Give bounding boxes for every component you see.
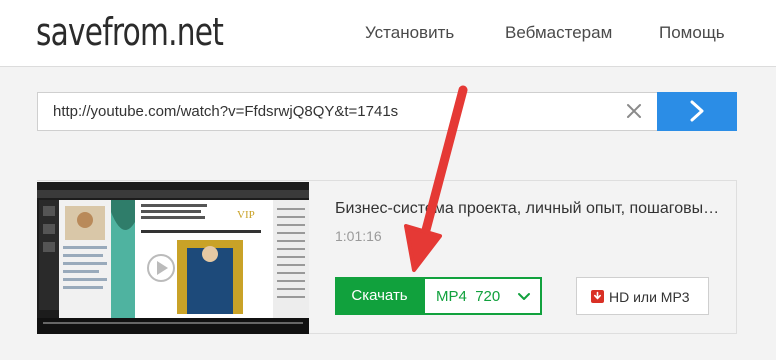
- video-duration: 1:01:16: [335, 228, 382, 244]
- format-quality-value: MP4 720: [436, 288, 500, 305]
- quality-label: 720: [475, 288, 501, 305]
- nav-install[interactable]: Установить: [365, 23, 454, 43]
- format-label: MP4: [436, 288, 467, 305]
- video-title[interactable]: Бизнес-система проекта, личный опыт, пош…: [335, 200, 720, 218]
- nav-webmasters[interactable]: Вебмастерам: [505, 23, 612, 43]
- download-button[interactable]: Скачать: [335, 277, 424, 315]
- url-search-box: [37, 92, 658, 131]
- savefrom-logo[interactable]: savefrom.net: [36, 10, 224, 54]
- close-icon[interactable]: [623, 100, 645, 122]
- url-input[interactable]: [38, 93, 613, 130]
- download-icon: [591, 290, 604, 303]
- site-header: savefrom.net Установить Вебмастерам Помо…: [0, 0, 776, 67]
- hd-mp3-label: HD или MP3: [609, 289, 690, 305]
- chevron-right-icon: [690, 100, 704, 122]
- nav-help[interactable]: Помощь: [659, 23, 725, 43]
- video-thumbnail[interactable]: VIP: [37, 182, 309, 334]
- hd-mp3-button[interactable]: HD или MP3: [576, 277, 709, 315]
- go-button[interactable]: [657, 92, 737, 131]
- chevron-down-icon: [518, 293, 530, 300]
- format-quality-select[interactable]: MP4 720: [423, 277, 542, 315]
- svg-text:VIP: VIP: [237, 209, 255, 221]
- thumbnail-image: VIP: [37, 182, 309, 334]
